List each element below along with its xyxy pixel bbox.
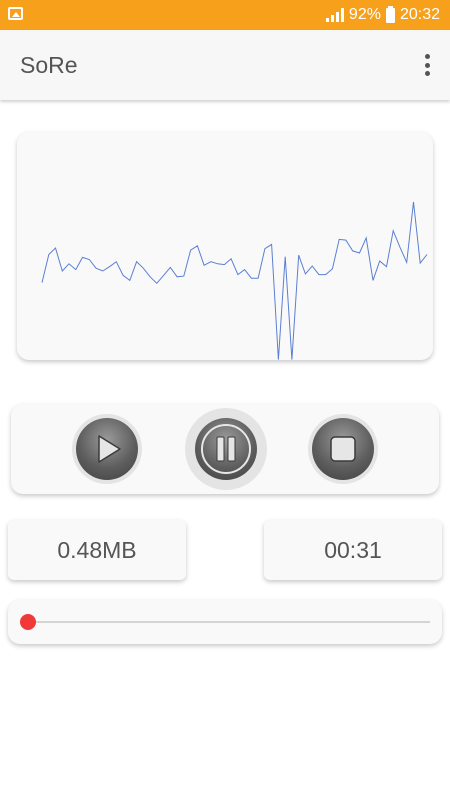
playback-controls bbox=[11, 404, 439, 494]
seek-thumb[interactable] bbox=[20, 614, 36, 630]
seek-track[interactable] bbox=[30, 621, 430, 623]
status-time: 20:32 bbox=[399, 6, 440, 23]
overflow-menu-icon[interactable] bbox=[422, 54, 432, 76]
battery-icon bbox=[385, 5, 395, 23]
image-notification-icon bbox=[8, 7, 23, 20]
stop-icon bbox=[330, 436, 356, 462]
signal-icon bbox=[325, 8, 344, 22]
waveform-graph bbox=[41, 201, 428, 360]
file-size-display: 0.48MB bbox=[8, 520, 186, 580]
pause-icon bbox=[201, 424, 251, 474]
play-icon bbox=[98, 435, 121, 463]
app-bar: SoRe bbox=[0, 30, 450, 100]
waveform-line bbox=[41, 201, 428, 360]
stop-button[interactable] bbox=[308, 414, 378, 484]
battery-percent: 92% bbox=[348, 6, 381, 23]
status-bar: 92% 20:32 bbox=[0, 0, 450, 30]
seek-bar[interactable] bbox=[8, 600, 442, 644]
play-button[interactable] bbox=[72, 414, 142, 484]
pause-button[interactable] bbox=[185, 408, 267, 490]
app-title: SoRe bbox=[20, 52, 78, 78]
status-bar-right: 92% 20:32 bbox=[325, 5, 440, 25]
waveform-card bbox=[17, 132, 433, 360]
duration-display: 00:31 bbox=[264, 520, 442, 580]
